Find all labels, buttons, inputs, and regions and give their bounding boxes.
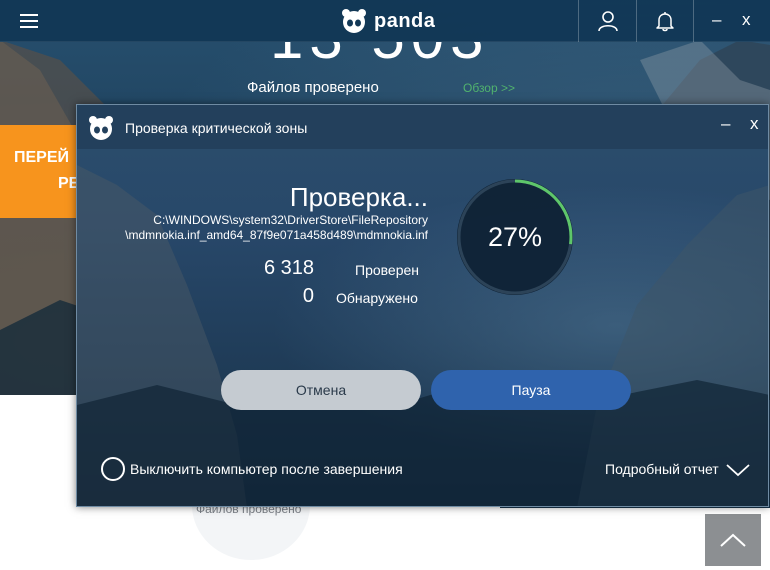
promo-banner-line1: ПЕРЕЙ	[14, 149, 70, 166]
scroll-to-top-button[interactable]	[705, 514, 761, 566]
checked-label: Проверен	[355, 262, 420, 278]
panda-logo-icon	[342, 9, 366, 33]
critical-area-scan-dialog: Проверка критической зоны – x Проверка..…	[76, 104, 769, 507]
current-file-path: C:\WINDOWS\system32\DriverStore\FileRepo…	[125, 213, 428, 243]
logo-text: panda	[374, 9, 436, 32]
scan-progress-percent: 27%	[487, 221, 543, 252]
shutdown-after-scan-label[interactable]: Выключить компьютер после завершения	[130, 461, 403, 477]
account-button[interactable]	[578, 0, 636, 42]
dialog-titlebar: Проверка критической зоны – x	[77, 105, 768, 149]
notifications-button[interactable]	[636, 0, 694, 42]
pause-button[interactable]: Пауза	[431, 370, 631, 410]
detailed-report-link[interactable]: Подробный отчет	[605, 461, 719, 477]
main-minimize-button[interactable]: –	[712, 10, 721, 30]
main-topbar: panda – x	[0, 0, 770, 42]
chevron-up-icon	[720, 533, 746, 547]
shutdown-after-scan-radio[interactable]	[101, 457, 125, 481]
panda-logo: panda	[340, 8, 435, 34]
dialog-title: Проверка критической зоны	[125, 120, 308, 136]
dialog-background	[77, 165, 768, 506]
overview-link[interactable]: Обзор >>	[463, 81, 515, 95]
dialog-minimize-button[interactable]: –	[721, 114, 730, 134]
detected-label: Обнаружено	[336, 290, 418, 306]
panda-logo-icon	[89, 116, 113, 140]
detected-count: 0	[302, 285, 314, 307]
checked-count: 6 318	[263, 257, 314, 279]
user-icon	[597, 11, 618, 32]
cancel-button[interactable]: Отмена	[221, 370, 421, 410]
current-file-path-line1: C:\WINDOWS\system32\DriverStore\FileRepo…	[153, 213, 428, 227]
dialog-close-button[interactable]: x	[750, 114, 759, 134]
main-close-button[interactable]: x	[742, 10, 751, 30]
current-file-path-line2: \mdmnokia.inf_amd64_87f9e071a458d489\mdm…	[125, 228, 428, 242]
chevron-down-icon[interactable]	[725, 461, 751, 479]
main-window: panda – x 13 503 Файлов проверено Обзор …	[0, 0, 770, 570]
scan-status-heading: Проверка...	[289, 182, 428, 212]
hamburger-icon[interactable]	[20, 14, 38, 28]
promo-banner-line2: РЕ	[58, 175, 77, 192]
files-checked-label: Файлов проверено	[247, 79, 379, 96]
promo-banner[interactable]: ПЕРЕЙ РЕ	[0, 125, 77, 218]
bell-icon	[656, 12, 674, 32]
